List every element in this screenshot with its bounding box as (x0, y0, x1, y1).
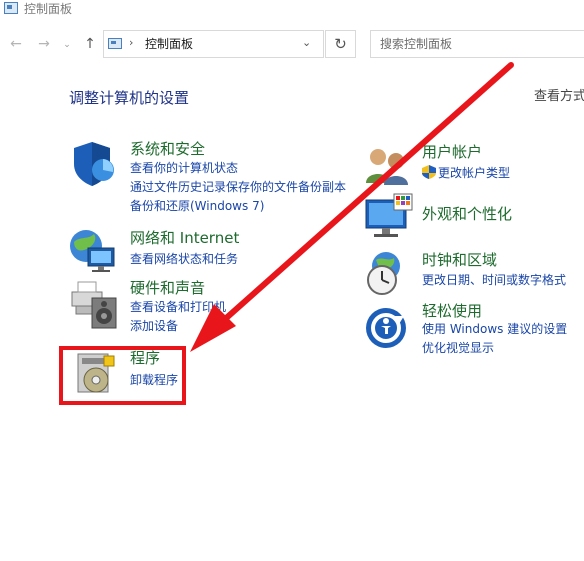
page-title: 调整计算机的设置 (69, 89, 190, 107)
link-change-account-type[interactable]: 更改帐户类型 (438, 164, 510, 183)
link-add-device[interactable]: 添加设备 (130, 317, 178, 336)
link-devices-printers[interactable]: 查看设备和打印机 (130, 298, 226, 317)
recent-locations-button[interactable]: ⌄ (60, 35, 74, 55)
forward-button[interactable]: → (34, 34, 54, 54)
link-windows-suggested-settings[interactable]: 使用 Windows 建议的设置 (422, 320, 567, 339)
refresh-button[interactable]: ↻ (325, 30, 356, 58)
category-clock-region[interactable]: 时钟和区域 (422, 250, 497, 270)
link-view-computer-status[interactable]: 查看你的计算机状态 (130, 159, 238, 178)
uac-shield-icon (422, 165, 436, 179)
breadcrumb[interactable]: 控制面板 (145, 36, 193, 52)
annotation-highlight-box (59, 346, 186, 405)
printer-speaker-icon (71, 281, 117, 329)
category-appearance-personalization[interactable]: 外观和个性化 (422, 204, 512, 224)
link-change-date-time-format[interactable]: 更改日期、时间或数字格式 (422, 271, 566, 290)
category-hardware-sound[interactable]: 硬件和声音 (130, 278, 205, 298)
view-by-label[interactable]: 查看方式 (534, 88, 584, 106)
title-bar: 控制面板 (0, 0, 584, 20)
chevron-right-icon[interactable]: › (129, 36, 133, 49)
link-file-history[interactable]: 通过文件历史记录保存你的文件备份副本 (130, 178, 346, 197)
clock-globe-icon (367, 252, 400, 295)
link-backup-restore[interactable]: 备份和还原(Windows 7) (130, 197, 264, 216)
category-ease-of-access[interactable]: 轻松使用 (422, 301, 482, 321)
up-button[interactable]: ↑ (80, 34, 100, 54)
link-optimize-visual-display[interactable]: 优化视觉显示 (422, 339, 494, 358)
shield-icon (74, 142, 114, 186)
window-title: 控制面板 (24, 2, 73, 16)
address-bar[interactable]: › 控制面板 ⌄ (103, 30, 324, 58)
search-input[interactable]: 搜索控制面板 (370, 30, 584, 58)
category-network-internet[interactable]: 网络和 Internet (130, 228, 239, 248)
users-icon (366, 149, 408, 185)
category-user-accounts[interactable]: 用户帐户 (422, 142, 482, 162)
category-system-security[interactable]: 系统和安全 (130, 139, 205, 159)
link-network-status[interactable]: 查看网络状态和任务 (130, 250, 238, 269)
ease-of-access-icon (366, 308, 406, 348)
control-panel-icon (4, 2, 18, 14)
network-globe-icon (70, 230, 115, 272)
monitor-palette-icon (365, 193, 413, 237)
search-placeholder: 搜索控制面板 (380, 37, 453, 51)
back-button[interactable]: ← (6, 34, 26, 54)
control-panel-icon (108, 38, 122, 49)
chevron-down-icon[interactable]: ⌄ (302, 36, 311, 49)
